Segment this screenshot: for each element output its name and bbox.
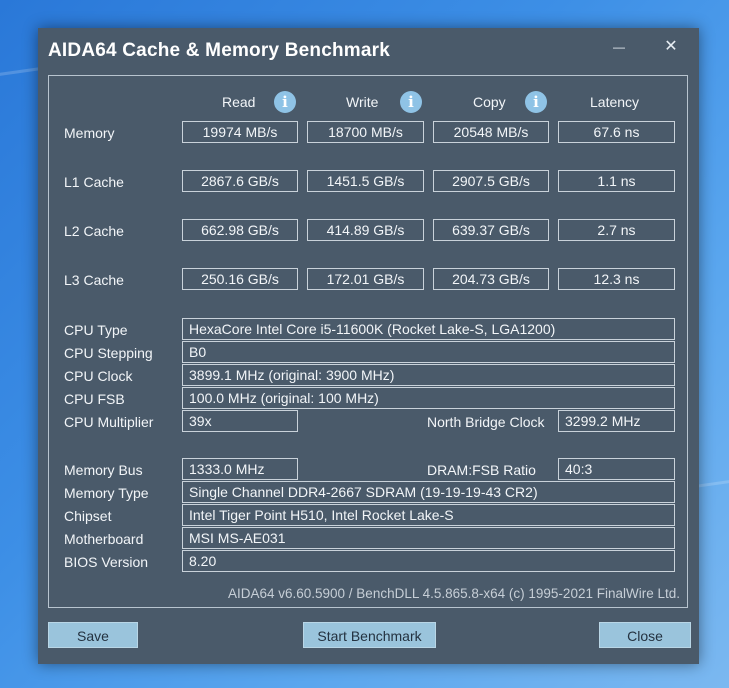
minimize-button[interactable]: —: [602, 36, 636, 58]
memory-type-label: Memory Type: [64, 485, 149, 501]
copy-column-header: Copy: [473, 94, 506, 110]
motherboard-value: MSI MS-AE031: [182, 527, 675, 549]
chipset-label: Chipset: [64, 508, 112, 524]
l1-read-value: 2867.6 GB/s: [182, 170, 298, 192]
version-footer: AIDA64 v6.60.5900 / BenchDLL 4.5.865.8-x…: [227, 586, 680, 601]
copy-info-icon[interactable]: i: [525, 91, 547, 113]
cpu-stepping-value: B0: [182, 341, 675, 363]
benchmark-window: AIDA64 Cache & Memory Benchmark — ✕ Read…: [38, 28, 699, 664]
save-button[interactable]: Save: [48, 622, 138, 648]
cpu-multiplier-value: 39x: [182, 410, 298, 432]
window-title: AIDA64 Cache & Memory Benchmark: [48, 40, 390, 61]
start-benchmark-button[interactable]: Start Benchmark: [303, 622, 436, 648]
l2-copy-value: 639.37 GB/s: [433, 219, 549, 241]
chipset-value: Intel Tiger Point H510, Intel Rocket Lak…: [182, 504, 675, 526]
cpu-stepping-label: CPU Stepping: [64, 345, 153, 361]
dram-fsb-ratio-value: 40:3: [558, 458, 675, 480]
l2-read-value: 662.98 GB/s: [182, 219, 298, 241]
l3-latency-value: 12.3 ns: [558, 268, 675, 290]
l3-write-value: 172.01 GB/s: [307, 268, 424, 290]
dram-fsb-ratio-label: DRAM:FSB Ratio: [427, 462, 536, 478]
memory-read-value: 19974 MB/s: [182, 121, 298, 143]
cpu-type-label: CPU Type: [64, 322, 128, 338]
bios-version-value: 8.20: [182, 550, 675, 572]
cpu-fsb-label: CPU FSB: [64, 391, 125, 407]
close-button[interactable]: Close: [599, 622, 691, 648]
read-column-header: Read: [222, 94, 256, 110]
memory-bus-value: 1333.0 MHz: [182, 458, 298, 480]
l2-latency-value: 2.7 ns: [558, 219, 675, 241]
l1-write-value: 1451.5 GB/s: [307, 170, 424, 192]
cpu-clock-label: CPU Clock: [64, 368, 133, 384]
title-bar[interactable]: AIDA64 Cache & Memory Benchmark — ✕: [38, 28, 699, 74]
memory-write-value: 18700 MB/s: [307, 121, 424, 143]
write-info-icon[interactable]: i: [400, 91, 422, 113]
l1-copy-value: 2907.5 GB/s: [433, 170, 549, 192]
memory-latency-value: 67.6 ns: [558, 121, 675, 143]
cpu-multiplier-label: CPU Multiplier: [64, 414, 154, 430]
motherboard-label: Motherboard: [64, 531, 144, 547]
close-window-button[interactable]: ✕: [654, 36, 688, 58]
bios-version-label: BIOS Version: [64, 554, 149, 570]
north-bridge-clock-value: 3299.2 MHz: [558, 410, 675, 432]
read-info-icon[interactable]: i: [274, 91, 296, 113]
l1-row-label: L1 Cache: [64, 174, 124, 190]
results-panel: Read i Write i Copy i Latency Memory 199…: [48, 75, 688, 608]
write-column-header: Write: [346, 94, 379, 110]
cpu-clock-value: 3899.1 MHz (original: 3900 MHz): [182, 364, 675, 386]
l1-latency-value: 1.1 ns: [558, 170, 675, 192]
l3-read-value: 250.16 GB/s: [182, 268, 298, 290]
latency-column-header: Latency: [590, 94, 640, 110]
memory-copy-value: 20548 MB/s: [433, 121, 549, 143]
l3-copy-value: 204.73 GB/s: [433, 268, 549, 290]
cpu-fsb-value: 100.0 MHz (original: 100 MHz): [182, 387, 675, 409]
north-bridge-clock-label: North Bridge Clock: [427, 414, 545, 430]
l2-row-label: L2 Cache: [64, 223, 124, 239]
l2-write-value: 414.89 GB/s: [307, 219, 424, 241]
cpu-type-value: HexaCore Intel Core i5-11600K (Rocket La…: [182, 318, 675, 340]
l3-row-label: L3 Cache: [64, 272, 124, 288]
memory-bus-label: Memory Bus: [64, 462, 143, 478]
memory-row-label: Memory: [64, 125, 115, 141]
memory-type-value: Single Channel DDR4-2667 SDRAM (19-19-19…: [182, 481, 675, 503]
